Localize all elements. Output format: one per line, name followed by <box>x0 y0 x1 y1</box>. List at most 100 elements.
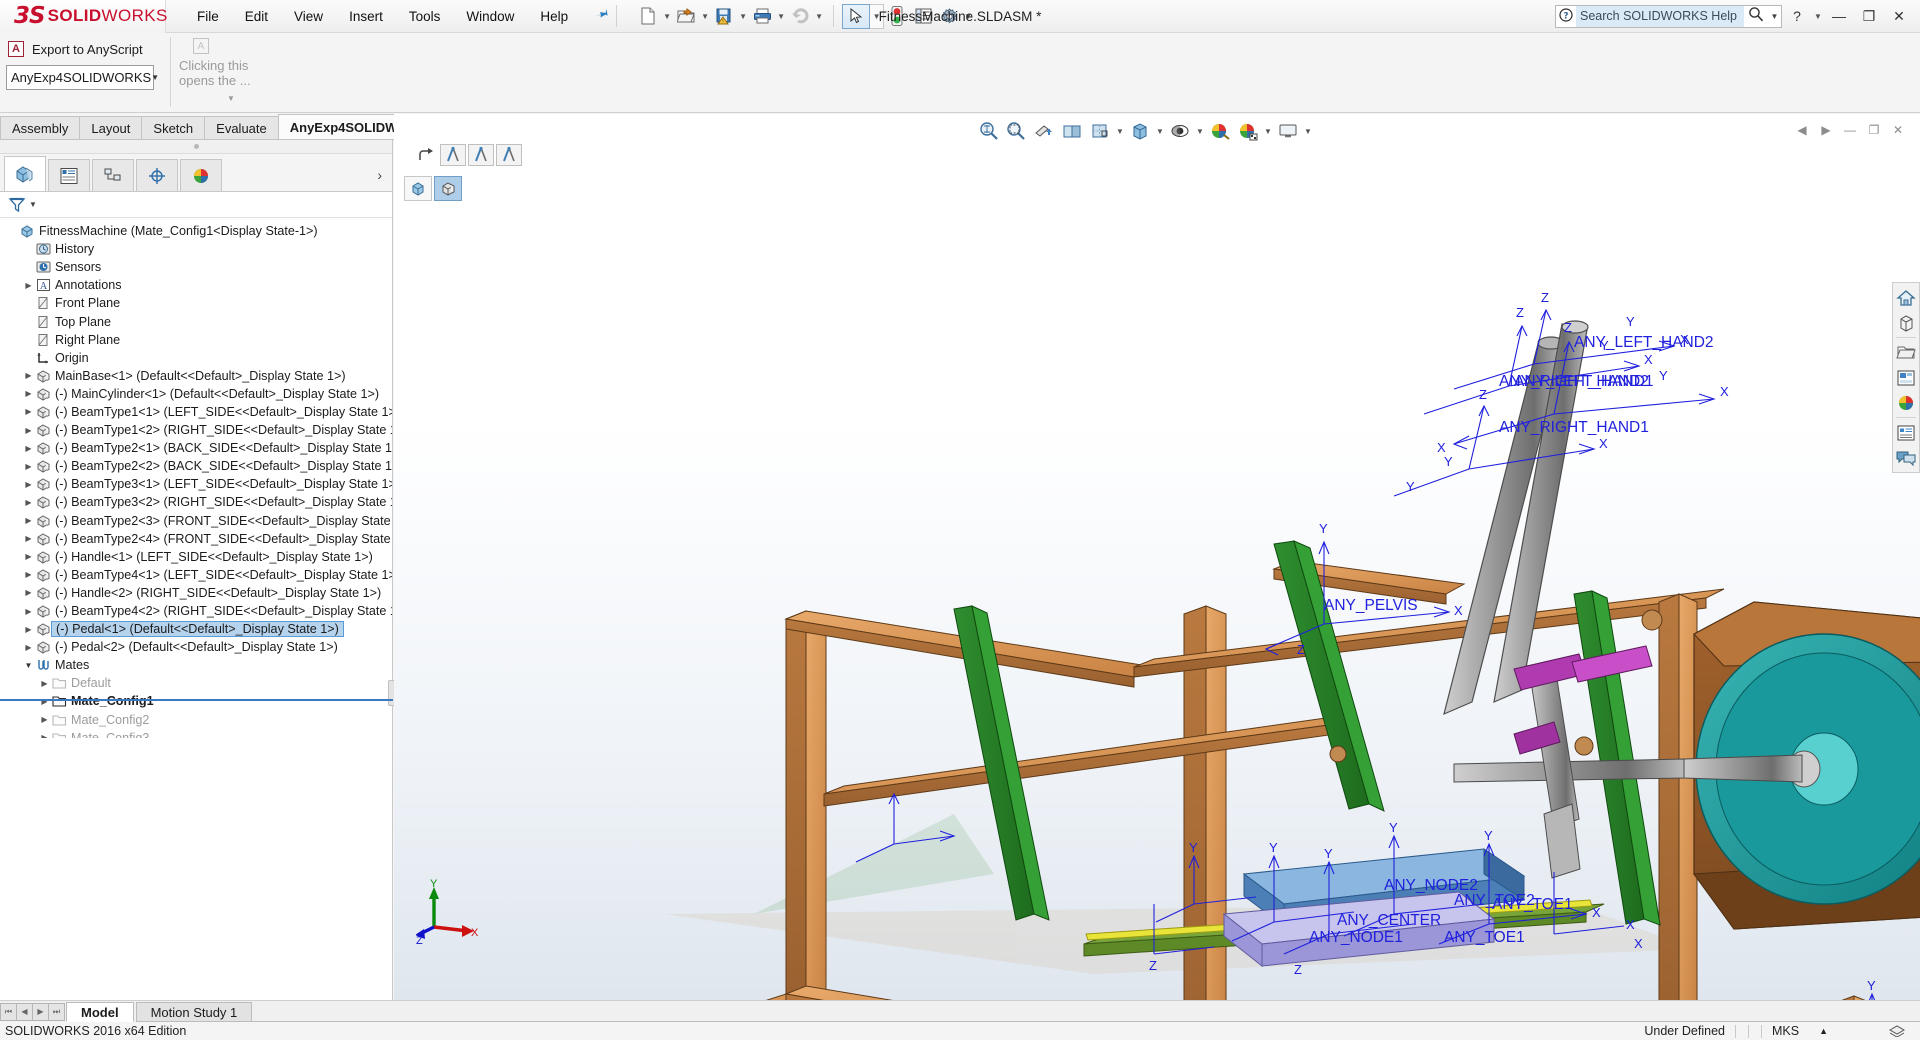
chevron-right-icon[interactable]: ▶ <box>22 281 35 290</box>
feature-tree-filter[interactable]: ▼ <box>0 192 392 218</box>
dimxpert-manager-tab[interactable] <box>136 159 178 191</box>
chevron-right-icon[interactable]: ▶ <box>22 516 35 525</box>
chevron-right-icon[interactable]: ▶ <box>22 643 35 652</box>
pushpin-icon[interactable] <box>589 4 613 29</box>
hint-expand-caret-icon[interactable]: ▼ <box>179 94 283 103</box>
status-units-caret-icon[interactable]: ▲ <box>1809 1026 1838 1036</box>
tree-item[interactable]: ▶ Mate_Config2 <box>6 711 392 729</box>
zoom-fit-icon[interactable] <box>974 118 1002 144</box>
tree-item[interactable]: ▶ (-) Pedal<1> (Default<<Default>_Display… <box>6 620 392 638</box>
tree-item[interactable]: ▶ Default <box>6 674 392 692</box>
tree-item[interactable]: ▶ (-) BeamType4<1> (LEFT_SIDE<<Default>_D… <box>6 566 392 584</box>
tree-item[interactable]: ▶ MainBase<1> (Default<<Default>_Display … <box>6 367 392 385</box>
tree-item[interactable]: ▶ (-) MainCylinder<1> (Default<<Default>_… <box>6 385 392 403</box>
apply-scene-icon[interactable] <box>1206 118 1234 144</box>
search-input[interactable]: Search SOLIDWORKS Help <box>1576 5 1744 27</box>
options-caret-icon[interactable]: ▼ <box>962 4 974 28</box>
chevron-right-icon[interactable]: ▶ <box>38 679 51 688</box>
cube-gray-icon[interactable] <box>434 176 462 201</box>
tab-last-button[interactable]: ⏭ <box>48 1002 65 1021</box>
open-folder-icon[interactable] <box>673 4 699 28</box>
menu-insert[interactable]: Insert <box>336 5 396 28</box>
tab-evaluate[interactable]: Evaluate <box>204 116 279 140</box>
printer-icon[interactable] <box>749 4 775 28</box>
tree-item[interactable]: ▶ (-) Pedal<2> (Default<<Default>_Display… <box>6 638 392 656</box>
help-button[interactable]: ? <box>1782 3 1812 29</box>
view-next-button[interactable]: ▶ <box>1814 119 1838 141</box>
window-minimize-button[interactable]: — <box>1824 3 1854 29</box>
search-icon[interactable] <box>1744 6 1768 26</box>
marker-compass-2-icon[interactable] <box>468 144 494 166</box>
normal-cube-icon[interactable] <box>1893 310 1919 335</box>
view-orientation-icon[interactable] <box>1058 118 1086 144</box>
properties-list-icon[interactable] <box>1893 420 1919 445</box>
scene-sphere-icon[interactable] <box>1893 390 1919 415</box>
tree-item[interactable]: Right Plane <box>6 331 392 349</box>
chevron-right-icon[interactable]: ▶ <box>22 444 35 453</box>
tree-item[interactable]: ▶ (-) BeamType2<4> (FRONT_SIDE<<Default>_… <box>6 530 392 548</box>
hide-show-caret-icon[interactable]: ▼ <box>1154 118 1166 144</box>
chevron-right-icon[interactable]: ▶ <box>38 715 51 724</box>
appearance-caret-icon[interactable]: ▼ <box>1194 118 1206 144</box>
menu-window[interactable]: Window <box>453 5 527 28</box>
marker-compass-1-icon[interactable] <box>440 144 466 166</box>
menu-tools[interactable]: Tools <box>396 5 454 28</box>
tree-item[interactable]: ▶ Mate_Config1 <box>6 692 392 710</box>
eye-appearance-icon[interactable] <box>1166 118 1194 144</box>
folder-open-icon[interactable] <box>1893 340 1919 365</box>
tree-item[interactable]: History <box>6 240 392 258</box>
chevron-right-icon[interactable]: ▶ <box>22 389 35 398</box>
hide-show-cube-icon[interactable] <box>1126 118 1154 144</box>
panel-collapse-handle[interactable] <box>0 140 392 154</box>
chevron-right-icon[interactable]: ▶ <box>22 426 35 435</box>
chevron-right-icon[interactable]: ▶ <box>22 371 35 380</box>
menu-edit[interactable]: Edit <box>232 5 281 28</box>
view-prev-button[interactable]: ◀ <box>1790 119 1814 141</box>
scene-caret-icon[interactable]: ▼ <box>1262 118 1274 144</box>
viewport-layout-caret-icon[interactable]: ▼ <box>1302 118 1314 144</box>
chevron-right-icon[interactable]: ▶ <box>22 588 35 597</box>
list-panel-icon[interactable] <box>910 4 936 28</box>
menu-file[interactable]: File <box>184 5 232 28</box>
graphics-viewport[interactable]: ZXX ZX ZX ZX YYY YY YXZ YYY YY XXX ZZ YX… <box>394 114 1920 1000</box>
zoom-area-icon[interactable] <box>1002 118 1030 144</box>
undo-arrow-icon[interactable] <box>787 4 813 28</box>
gear-icon[interactable] <box>936 4 962 28</box>
export-to-anyscript-button[interactable]: A Export to AnyScript <box>6 38 164 60</box>
tab-motion-study-1[interactable]: Motion Study 1 <box>135 1001 253 1022</box>
marker-compass-3-icon[interactable] <box>496 144 522 166</box>
chevron-right-icon[interactable]: ▶ <box>22 480 35 489</box>
tab-prev-button[interactable]: ◀ <box>16 1002 33 1021</box>
chevron-right-icon[interactable]: ▶ <box>22 552 35 561</box>
property-manager-tab[interactable] <box>48 159 90 191</box>
tree-item[interactable]: FitnessMachine (Mate_Config1<Display Sta… <box>6 222 392 240</box>
comment-bubble-icon[interactable] <box>1893 445 1919 470</box>
chevron-right-icon[interactable]: ▶ <box>22 625 35 634</box>
tree-item[interactable]: ▶ (-) Handle<1> (LEFT_SIDE<<Default>_Disp… <box>6 548 392 566</box>
tree-item[interactable]: ▶ A Annotations <box>6 276 392 294</box>
traffic-light-icon[interactable] <box>884 4 910 28</box>
tab-layout[interactable]: Layout <box>79 116 143 140</box>
chevron-right-icon[interactable]: ▶ <box>38 733 51 738</box>
tree-item[interactable]: Sensors <box>6 258 392 276</box>
tree-item[interactable]: ▶ (-) BeamType3<1> (LEFT_SIDE<<Default>_D… <box>6 475 392 493</box>
menu-help[interactable]: Help <box>527 5 581 28</box>
export-arrow-icon[interactable] <box>414 144 438 166</box>
window-restore-button[interactable]: ❐ <box>1854 3 1884 29</box>
home-icon[interactable] <box>1893 285 1919 310</box>
new-file-icon[interactable] <box>635 4 661 28</box>
viewport-restore-button[interactable]: ❐ <box>1862 119 1886 141</box>
print-caret-icon[interactable]: ▼ <box>775 4 787 28</box>
select-caret-icon[interactable]: ▼ <box>870 3 885 29</box>
new-file-caret-icon[interactable]: ▼ <box>661 4 673 28</box>
save-floppy-warning-icon[interactable]: ! <box>711 4 737 28</box>
feature-manager-tab[interactable] <box>4 156 46 191</box>
tab-first-button[interactable]: ⏮ <box>0 1002 17 1021</box>
viewport-minimize-button[interactable]: — <box>1838 119 1862 141</box>
undo-caret-icon[interactable]: ▼ <box>813 4 825 28</box>
layers-icon[interactable] <box>1878 1023 1916 1040</box>
tree-item[interactable]: Front Plane <box>6 294 392 312</box>
tree-item[interactable]: ▶ (-) BeamType2<3> (FRONT_SIDE<<Default>_… <box>6 512 392 530</box>
chevron-right-icon[interactable]: ▶ <box>22 498 35 507</box>
tree-item[interactable]: ▶ Mate_Config3 <box>6 729 392 738</box>
